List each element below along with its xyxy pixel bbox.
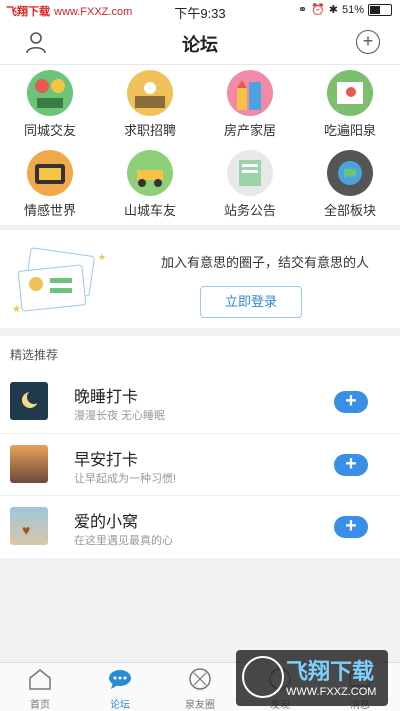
circle-icon — [189, 668, 211, 690]
category-item[interactable]: 情感世界 — [0, 150, 100, 219]
svg-text:♥: ♥ — [22, 522, 30, 538]
category-item[interactable]: 站务公告 — [200, 150, 300, 219]
tab-label: 泉友圈 — [185, 700, 215, 711]
featured-section: 精选推荐 晚睡打卡 漫漫长夜 无心睡眠 + 早安打卡 让早起成为一种习惯! + … — [0, 336, 400, 558]
watermark-title: 飞翔下载 — [286, 659, 375, 684]
svg-text:★: ★ — [12, 304, 21, 315]
category-item[interactable]: 求职招聘 — [100, 70, 200, 139]
tab-label: 首页 — [30, 700, 50, 711]
category-item[interactable]: 吃遍阳泉 — [300, 70, 400, 139]
item-description: 让早起成为一种习惯! — [74, 473, 177, 485]
category-label: 同城交友 — [23, 123, 76, 138]
add-post-icon[interactable]: + — [356, 30, 380, 54]
tab-label: 论坛 — [110, 700, 130, 711]
watermark-logo-icon — [242, 656, 284, 698]
globe-icon — [327, 150, 373, 196]
section-heading: 精选推荐 — [10, 348, 59, 362]
sunrise-thumbnail — [10, 445, 48, 483]
login-button[interactable]: 立即登录 — [200, 286, 302, 318]
svg-text:★: ★ — [98, 252, 106, 262]
site-watermark: 飞翔下载 WWW.FXXZ.COM — [236, 650, 388, 706]
tab-home[interactable]: 首页 — [0, 667, 80, 711]
tab-forum[interactable]: 论坛 — [80, 667, 160, 711]
category-label: 全部板块 — [323, 203, 376, 218]
lock-rotation-icon: ⚭ — [297, 4, 308, 16]
category-item[interactable]: 同城交友 — [0, 70, 100, 139]
list-item[interactable]: ♥ 爱的小窝 在这里遇见最真的心 + — [0, 495, 400, 558]
status-indicators: ⚭ ⏰ ✱ 51% — [298, 3, 392, 16]
list-item[interactable]: 晚睡打卡 漫漫长夜 无心睡眠 + — [0, 371, 400, 433]
beach-heart-thumbnail: ♥ — [10, 507, 48, 545]
house-icon — [227, 70, 273, 116]
join-banner: ★ ★ 加入有意思的圈子，结交有意思的人 立即登录 — [0, 230, 400, 328]
friends-icon — [27, 70, 73, 116]
category-label: 求职招聘 — [123, 123, 176, 138]
banner-illustration: ★ ★ — [12, 247, 106, 315]
announcement-icon — [227, 150, 273, 196]
category-item[interactable]: 全部板块 — [300, 150, 400, 219]
banner-text: 加入有意思的圈子，结交有意思的人 — [160, 255, 369, 270]
emotion-icon — [27, 150, 73, 196]
watermark-url: WWW.FXXZ.COM — [286, 686, 377, 698]
night-thumbnail — [10, 382, 48, 420]
category-label: 站务公告 — [223, 203, 276, 218]
battery-percent: 51% — [341, 3, 364, 16]
item-title: 晚睡打卡 — [74, 389, 139, 406]
car-icon — [127, 150, 173, 196]
top-navbar: 论坛 + — [0, 20, 400, 65]
category-label: 吃遍阳泉 — [323, 123, 376, 138]
item-description: 在这里遇见最真的心 — [74, 535, 173, 547]
item-description: 漫漫长夜 无心睡眠 — [74, 410, 166, 422]
category-label: 山城车友 — [123, 203, 176, 218]
chat-icon — [109, 670, 131, 689]
bluetooth-icon: ✱ — [328, 4, 338, 16]
home-icon — [29, 669, 51, 690]
join-plus-button[interactable]: + — [334, 516, 368, 538]
category-label: 房产家居 — [223, 123, 276, 138]
page-title: 论坛 — [182, 35, 218, 55]
item-title: 爱的小窝 — [74, 514, 139, 531]
alarm-icon: ⏰ — [311, 4, 325, 16]
item-title: 早安打卡 — [74, 452, 139, 469]
battery-icon — [368, 3, 392, 16]
food-map-icon — [327, 70, 373, 116]
category-item[interactable]: 山城车友 — [100, 150, 200, 219]
status-bar: 飞翔下载 www.FXXZ.com 下午9:33 ⚭ ⏰ ✱ 51% — [0, 0, 400, 21]
category-item[interactable]: 房产家居 — [200, 70, 300, 139]
join-plus-button[interactable]: + — [334, 454, 368, 476]
category-label: 情感世界 — [23, 203, 76, 218]
job-icon — [127, 70, 173, 116]
tab-circle[interactable]: 泉友圈 — [160, 667, 240, 711]
join-plus-button[interactable]: + — [334, 391, 368, 413]
category-grid: 同城交友 求职招聘 房产家居 吃遍阳泉 情感世界 山城车友 站务公告 全部板块 — [0, 65, 400, 225]
battery-fill — [370, 5, 381, 14]
list-item[interactable]: 早安打卡 让早起成为一种习惯! + — [0, 433, 400, 496]
